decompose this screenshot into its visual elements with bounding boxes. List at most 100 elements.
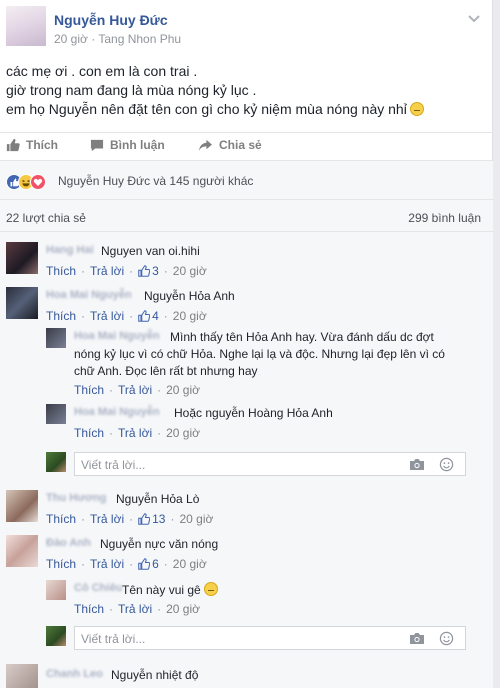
reply-reply-link[interactable]: Trả lời bbox=[118, 602, 152, 616]
commenter-name[interactable]: Hoa Mai Nguyễn bbox=[46, 289, 132, 301]
reaction-icons[interactable] bbox=[6, 174, 56, 190]
comment-like-count[interactable]: 4 bbox=[152, 309, 159, 323]
replier-name[interactable]: Hoa Mai Nguyễn bbox=[74, 330, 160, 342]
reply-like-link[interactable]: Thích bbox=[74, 426, 104, 440]
like-button[interactable]: Thích bbox=[6, 138, 58, 152]
thumbs-up-icon bbox=[138, 558, 151, 570]
reply-time[interactable]: 20 giờ bbox=[166, 426, 200, 440]
comment-like-count[interactable]: 13 bbox=[152, 512, 165, 526]
comment: Đào Anh Nguyễn nực văn nóng Thích · Trả l… bbox=[6, 535, 486, 575]
post-line: giờ trong nam đang là mùa nóng kỷ lục . bbox=[6, 82, 257, 98]
reply-text-line: nóng kỷ lục vì có chữ Hỏa. Nghe lại lạ v… bbox=[74, 347, 445, 361]
post-body: các mẹ ơi . con em là con trai . giờ tro… bbox=[6, 62, 486, 119]
reply-time[interactable]: 20 giờ bbox=[166, 383, 200, 397]
author-name[interactable]: Nguyễn Huy Đức bbox=[54, 12, 168, 28]
reply-input-box[interactable] bbox=[74, 626, 466, 650]
comment-like-count[interactable]: 6 bbox=[152, 557, 159, 571]
reply-like-link[interactable]: Thích bbox=[74, 383, 104, 397]
comment-count[interactable]: 299 bình luận bbox=[408, 211, 481, 225]
comment-time[interactable]: 20 giờ bbox=[173, 309, 207, 323]
comment-text: Nguyễn nực văn nóng bbox=[100, 537, 219, 551]
reply-meta: Thích · Trả lời · 20 giờ bbox=[74, 426, 200, 440]
thumbs-up-icon bbox=[138, 513, 151, 525]
comment-time[interactable]: 20 giờ bbox=[179, 512, 213, 526]
emoji-icon[interactable] bbox=[439, 457, 454, 472]
comment-reply-link[interactable]: Trả lời bbox=[90, 557, 124, 571]
share-label: Chia sẻ bbox=[219, 138, 262, 152]
author-avatar[interactable] bbox=[6, 6, 46, 46]
share-button[interactable]: Chia sẻ bbox=[198, 138, 262, 152]
comment-meta: Thích · Trả lời · 4 · 20 giờ bbox=[46, 309, 207, 323]
thumbs-up-icon bbox=[138, 265, 151, 277]
thumbs-up-icon bbox=[6, 138, 20, 152]
reply-time[interactable]: 20 giờ bbox=[166, 602, 200, 616]
chevron-down-icon[interactable] bbox=[466, 10, 482, 26]
commenter-name[interactable]: Hang Hai bbox=[46, 244, 94, 256]
reply: Hoa Mai Nguyễn Hoặc nguyễn Hoàng Hỏa Anh… bbox=[46, 404, 486, 444]
comment: Hang Hai Nguyen van oi.hihi Thích · Trả l… bbox=[6, 242, 486, 282]
comment-like-count[interactable]: 3 bbox=[152, 264, 159, 278]
reply-like-link[interactable]: Thích bbox=[74, 602, 104, 616]
camera-icon[interactable] bbox=[409, 632, 425, 645]
stats-bar: 22 lượt chia sẻ 299 bình luận bbox=[0, 200, 493, 232]
comment-meta: Thích · Trả lời · 3 · 20 giờ bbox=[46, 264, 207, 278]
replier-avatar[interactable] bbox=[46, 580, 66, 600]
post-location[interactable]: Tang Nhon Phu bbox=[98, 32, 181, 46]
comment-reply-link[interactable]: Trả lời bbox=[90, 309, 124, 323]
post-line: em họ Nguyễn nên đặt tên con gì cho kỷ n… bbox=[6, 100, 486, 119]
reply: Cô Chiêu Tên này vui gê Thích · Trả lời · … bbox=[46, 580, 486, 620]
comment-button[interactable]: Bình luận bbox=[90, 138, 165, 152]
replier-avatar[interactable] bbox=[46, 328, 66, 348]
commenter-name[interactable]: Đào Anh bbox=[46, 537, 91, 549]
comment-text: Nguyễn nhiệt độ bbox=[111, 668, 199, 682]
replier-name[interactable]: Hoa Mai Nguyễn bbox=[74, 406, 160, 418]
comment-like-link[interactable]: Thích bbox=[46, 264, 76, 278]
comment-icon bbox=[90, 139, 104, 151]
commenter-name[interactable]: Chanh Leo bbox=[46, 668, 103, 680]
share-count[interactable]: 22 lượt chia sẻ bbox=[6, 211, 86, 225]
reply: Hoa Mai Nguyễn Mình thấy tên Hỏa Anh hay… bbox=[46, 328, 486, 402]
commenter-avatar[interactable] bbox=[6, 490, 38, 522]
share-arrow-icon bbox=[199, 139, 212, 151]
post-line: các mẹ ơi . con em là con trai . bbox=[6, 63, 198, 79]
reply-reply-link[interactable]: Trả lời bbox=[118, 383, 152, 397]
comment-like-link[interactable]: Thích bbox=[46, 512, 76, 526]
commenter-avatar[interactable] bbox=[6, 242, 38, 274]
grin-emoji-icon bbox=[203, 582, 218, 596]
comment-reply-link[interactable]: Trả lời bbox=[90, 264, 124, 278]
replier-avatar[interactable] bbox=[46, 404, 66, 424]
comment: Chanh Leo Nguyễn nhiệt độ bbox=[6, 664, 486, 688]
emoji-icon[interactable] bbox=[439, 631, 454, 646]
commenter-avatar[interactable] bbox=[6, 664, 38, 688]
comment-meta: Thích · Trả lời · 6 · 20 giờ bbox=[46, 557, 207, 571]
commenter-avatar[interactable] bbox=[6, 287, 38, 319]
thumbs-up-icon bbox=[138, 310, 151, 322]
comment-time[interactable]: 20 giờ bbox=[173, 264, 207, 278]
comment-time[interactable]: 20 giờ bbox=[173, 557, 207, 571]
meta-separator: · bbox=[91, 32, 96, 46]
reply-text-line: Mình thấy tên Hỏa Anh hay. Vừa đánh dấu … bbox=[170, 330, 434, 344]
comment-like-link[interactable]: Thích bbox=[46, 557, 76, 571]
comment-reply-link[interactable]: Trả lời bbox=[90, 512, 124, 526]
frown-emoji-icon bbox=[409, 102, 424, 116]
comment-like-link[interactable]: Thích bbox=[46, 309, 76, 323]
comment-meta: Thích · Trả lời · 13 · 20 giờ bbox=[46, 512, 214, 526]
reply-composer bbox=[46, 452, 466, 476]
reply-input-box[interactable] bbox=[74, 452, 466, 476]
comment-label: Bình luận bbox=[110, 138, 165, 152]
reactions-summary[interactable]: Nguyễn Huy Đức và 145 người khác bbox=[58, 174, 253, 188]
commenter-avatar[interactable] bbox=[6, 535, 38, 567]
post-time[interactable]: 20 giờ bbox=[54, 32, 88, 46]
reply-input[interactable] bbox=[81, 631, 381, 647]
reply-meta: Thích · Trả lời · 20 giờ bbox=[74, 383, 200, 397]
commenter-name[interactable]: Thu Hương bbox=[46, 492, 106, 504]
reply-composer bbox=[46, 626, 466, 650]
comment: Thu Hương Nguyễn Hỏa Lò Thích · Trả lời · … bbox=[6, 490, 486, 530]
reply-meta: Thích · Trả lời · 20 giờ bbox=[74, 602, 200, 616]
reply-reply-link[interactable]: Trả lời bbox=[118, 426, 152, 440]
post-card: Nguyễn Huy Đức 20 giờ · Tang Nhon Phu cá… bbox=[0, 0, 493, 688]
replier-name[interactable]: Cô Chiêu bbox=[74, 582, 122, 594]
reply-text: Hoặc nguyễn Hoàng Hỏa Anh bbox=[174, 406, 333, 420]
camera-icon[interactable] bbox=[409, 458, 425, 471]
reply-input[interactable] bbox=[81, 457, 381, 473]
